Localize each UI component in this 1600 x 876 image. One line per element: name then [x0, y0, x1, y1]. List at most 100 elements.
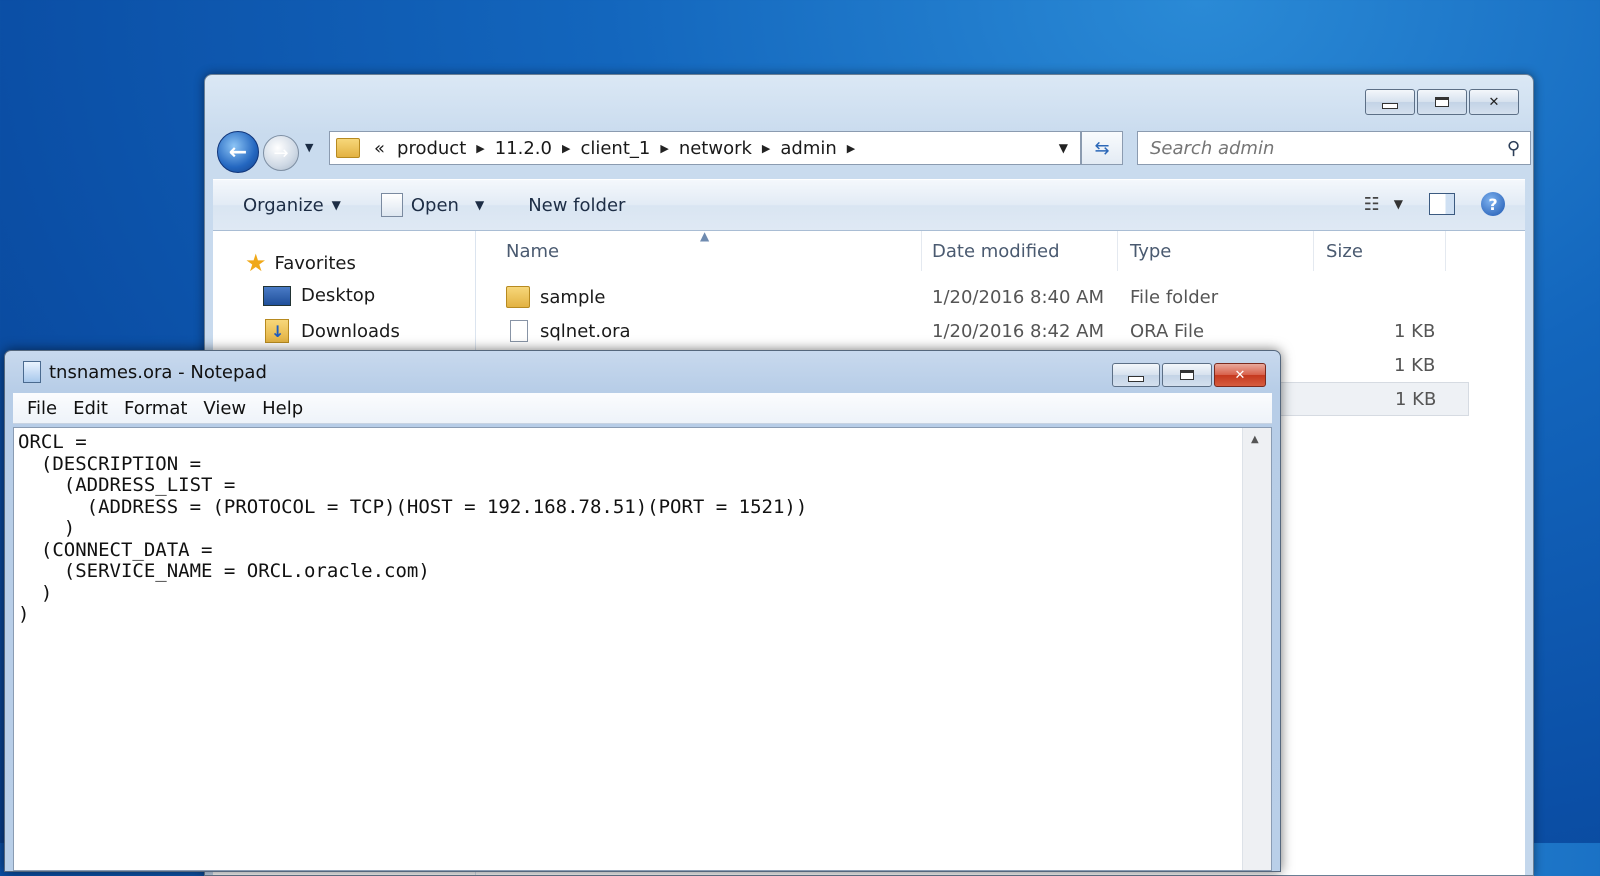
address-overflow[interactable]: «: [374, 138, 385, 159]
search-box[interactable]: ⚲: [1137, 131, 1531, 165]
search-icon[interactable]: ⚲: [1507, 138, 1520, 159]
document-icon: [510, 320, 528, 342]
help-icon[interactable]: ?: [1481, 192, 1505, 216]
chevron-right-icon[interactable]: ▶: [762, 142, 770, 155]
nav-item-favorites[interactable]: ★ Favorites: [245, 249, 356, 277]
nav-item-label: Downloads: [301, 320, 400, 342]
column-header-size[interactable]: Size: [1314, 231, 1446, 271]
address-history-dropdown[interactable]: ▼: [1059, 141, 1068, 155]
minimize-icon: [1382, 103, 1398, 109]
close-icon: ✕: [1488, 94, 1500, 110]
column-header-date[interactable]: Date modified: [922, 231, 1118, 271]
forward-button[interactable]: →: [263, 135, 299, 171]
details-view-icon: ☷: [1363, 193, 1380, 215]
minimize-icon: [1128, 376, 1144, 382]
maximize-icon: [1180, 370, 1194, 380]
text-editor[interactable]: ORCL = (DESCRIPTION = (ADDRESS_LIST = (A…: [13, 427, 1272, 871]
notepad-maximize-button[interactable]: [1162, 363, 1212, 387]
notepad-close-button[interactable]: ✕: [1214, 363, 1266, 387]
back-button[interactable]: ←: [217, 131, 259, 173]
explorer-caption-buttons: ✕: [1365, 89, 1519, 115]
address-segment-network[interactable]: network: [679, 138, 752, 159]
change-view-button[interactable]: ☷ ▼: [1364, 194, 1403, 215]
close-icon: ✕: [1234, 367, 1246, 383]
chevron-right-icon[interactable]: ▶: [562, 142, 570, 155]
navigation-bar: ← → ▼ « product ▶ 11.2.0 ▶ client_1 ▶ ne…: [217, 129, 1531, 173]
open-label: Open: [410, 194, 459, 216]
file-name-cell: sqlnet.ora: [510, 320, 631, 342]
preview-pane-icon[interactable]: [1429, 193, 1455, 215]
file-type: ORA File: [1130, 320, 1205, 342]
menu-edit[interactable]: Edit: [73, 398, 108, 419]
recent-pages-dropdown[interactable]: ▼: [305, 141, 313, 154]
column-header-label: Size: [1326, 240, 1363, 262]
nav-item-label: Favorites: [274, 252, 356, 274]
column-header-label: Name: [506, 240, 560, 262]
folder-icon: [336, 138, 360, 158]
nav-item-desktop[interactable]: Desktop: [263, 285, 375, 306]
window-title: tnsnames.ora - Notepad: [49, 361, 267, 383]
menu-help[interactable]: Help: [262, 398, 303, 419]
address-segment-version[interactable]: 11.2.0: [495, 138, 552, 159]
new-folder-label: New folder: [528, 194, 626, 216]
search-input[interactable]: [1148, 136, 1482, 160]
menu-format[interactable]: Format: [124, 398, 187, 419]
file-size: 1 KB: [1394, 354, 1436, 376]
notepad-minimize-button[interactable]: [1112, 363, 1160, 387]
chevron-right-icon[interactable]: ▶: [847, 142, 855, 155]
explorer-maximize-button[interactable]: [1417, 89, 1467, 115]
column-header-name[interactable]: Name ▲: [476, 229, 922, 271]
address-segment-product[interactable]: product: [397, 138, 466, 159]
new-folder-button[interactable]: New folder: [528, 195, 625, 216]
menu-view[interactable]: View: [203, 398, 246, 419]
explorer-minimize-button[interactable]: [1365, 89, 1415, 115]
open-button[interactable]: Open ▼: [380, 193, 485, 217]
menu-file[interactable]: File: [27, 398, 57, 419]
notepad-title-bar: tnsnames.ora - Notepad: [23, 361, 267, 383]
chevron-right-icon[interactable]: ▶: [476, 142, 484, 155]
address-segment-client[interactable]: client_1: [580, 138, 650, 159]
notepad-window: tnsnames.ora - Notepad ✕ File Edit Forma…: [4, 350, 1281, 872]
file-name: sample: [540, 286, 606, 308]
maximize-icon: [1435, 97, 1449, 107]
file-name: sqlnet.ora: [540, 320, 631, 342]
editor-content[interactable]: ORCL = (DESCRIPTION = (ADDRESS_LIST = (A…: [14, 428, 1271, 626]
chevron-right-icon[interactable]: ▶: [660, 142, 668, 155]
sort-ascending-icon: ▲: [700, 229, 710, 243]
refresh-icon: ⇆: [1094, 137, 1110, 159]
command-bar: Organize ▼ Open ▼ New folder ☷ ▼ ?: [213, 179, 1525, 231]
organize-button[interactable]: Organize ▼: [243, 195, 341, 216]
vertical-scrollbar[interactable]: ▲: [1242, 428, 1271, 870]
file-size: 1 KB: [1394, 320, 1436, 342]
notepad-icon: [380, 193, 403, 217]
file-row-sqlnet[interactable]: sqlnet.ora 1/20/2016 8:42 AM ORA File 1 …: [476, 314, 1525, 348]
caret-down-icon: ▼: [331, 198, 341, 212]
file-date: 1/20/2016 8:40 AM: [932, 286, 1105, 308]
caret-down-icon: ▼: [1393, 197, 1403, 211]
star-icon: ★: [245, 249, 267, 277]
file-size: 1 KB: [1395, 388, 1437, 410]
column-header-label: Type: [1130, 240, 1172, 262]
desktop-icon: [263, 285, 291, 306]
column-header-type[interactable]: Type: [1118, 231, 1314, 271]
file-type: File folder: [1130, 286, 1219, 308]
file-date: 1/20/2016 8:42 AM: [932, 320, 1105, 342]
organize-label: Organize: [243, 194, 324, 216]
explorer-close-button[interactable]: ✕: [1469, 89, 1519, 115]
file-row-sample[interactable]: sample 1/20/2016 8:40 AM File folder: [476, 280, 1525, 314]
file-name-cell: sample: [506, 286, 605, 308]
scroll-up-icon[interactable]: ▲: [1251, 434, 1259, 445]
address-bar[interactable]: « product ▶ 11.2.0 ▶ client_1 ▶ network …: [329, 131, 1081, 165]
view-controls: ☷ ▼ ?: [1364, 192, 1505, 216]
nav-item-downloads[interactable]: Downloads: [265, 319, 400, 343]
address-segment-admin[interactable]: admin: [780, 138, 836, 159]
forward-arrow-icon: →: [273, 142, 289, 164]
back-arrow-icon: ←: [228, 139, 248, 165]
notepad-icon: [23, 361, 41, 383]
caret-down-icon: ▼: [474, 198, 485, 212]
folder-icon: [506, 286, 530, 308]
menu-bar: File Edit Format View Help: [13, 393, 1272, 424]
refresh-button[interactable]: ⇆: [1081, 131, 1123, 165]
column-header-label: Date modified: [932, 240, 1060, 262]
nav-item-label: Desktop: [301, 285, 376, 306]
